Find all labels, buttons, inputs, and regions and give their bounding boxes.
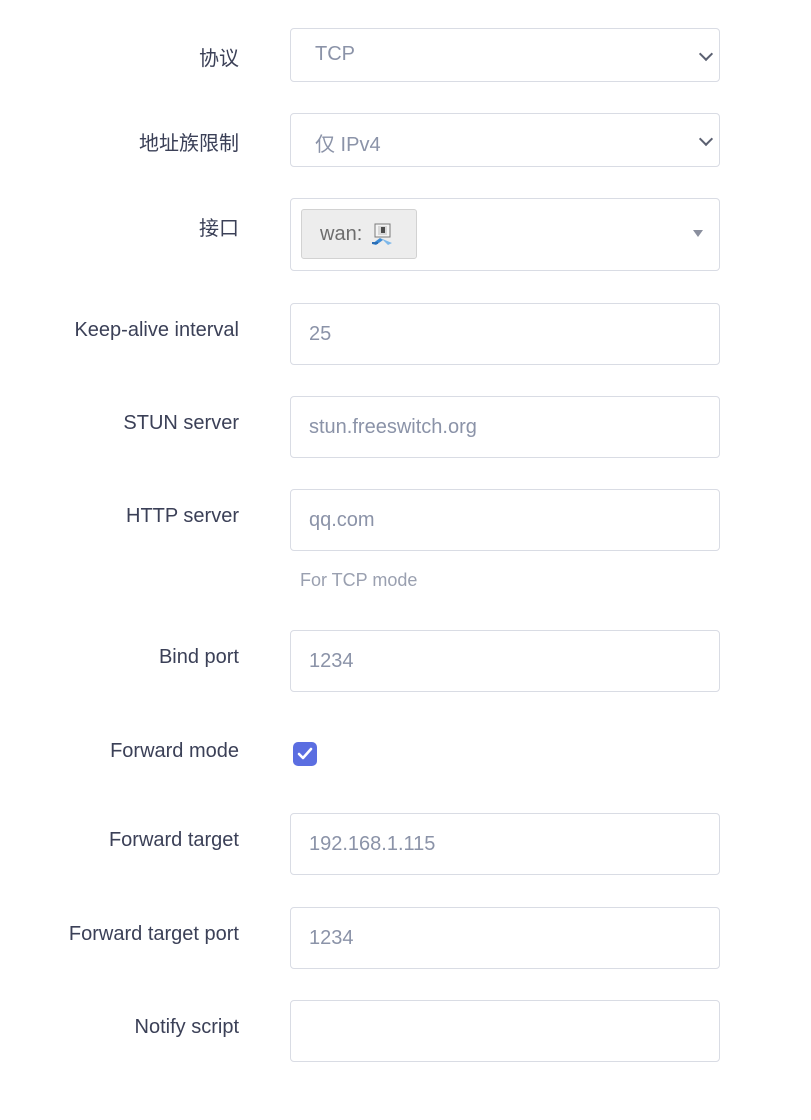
http-label: HTTP server	[126, 505, 239, 527]
forward-target-label: Forward target	[108, 829, 239, 851]
stun-server-input[interactable]: stun.freeswitch.org	[290, 396, 720, 458]
chevron-down-icon	[698, 131, 714, 147]
stun-server-value: stun.freeswitch.org	[309, 416, 477, 438]
chevron-down-icon	[698, 46, 714, 62]
stun-label: STUN server	[123, 412, 239, 434]
interface-tag-label: wan:	[320, 223, 363, 245]
forward-mode-label: Forward mode	[110, 740, 239, 762]
http-server-value: qq.com	[309, 509, 375, 531]
forward-target-port-value: 1234	[309, 927, 354, 949]
notify-script-label: Notify script	[134, 1016, 239, 1038]
notify-script-input[interactable]	[290, 1000, 720, 1062]
keepalive-input[interactable]: 25	[290, 303, 720, 365]
forward-mode-checkbox[interactable]	[293, 742, 317, 766]
address-family-value: 仅 IPv4	[315, 134, 381, 156]
bind-port-value: 1234	[309, 650, 354, 672]
address-family-select[interactable]: 仅 IPv4	[290, 113, 720, 167]
family-label: 地址族限制	[139, 133, 239, 155]
network-interface-icon	[372, 223, 392, 245]
protocol-select[interactable]: TCP	[290, 28, 720, 82]
forward-target-input[interactable]: 192.168.1.115	[290, 813, 720, 875]
protocol-label: 协议	[199, 48, 239, 70]
checkmark-icon	[297, 747, 313, 760]
forward-target-value: 192.168.1.115	[309, 833, 436, 855]
forward-target-port-label: Forward target port	[68, 923, 239, 945]
http-server-input[interactable]: qq.com	[290, 489, 720, 551]
interface-label: 接口	[199, 218, 239, 240]
bind-port-input[interactable]: 1234	[290, 630, 720, 692]
http-server-hint: For TCP mode	[300, 570, 418, 590]
keepalive-label: Keep-alive interval	[74, 319, 239, 341]
forward-target-port-input[interactable]: 1234	[290, 907, 720, 969]
interface-dropdown[interactable]: wan:	[290, 198, 720, 271]
protocol-value: TCP	[315, 43, 355, 65]
interface-tag[interactable]: wan:	[301, 209, 417, 259]
bind-port-label: Bind port	[158, 646, 239, 668]
dropdown-arrow-icon	[693, 230, 703, 237]
keepalive-value: 25	[309, 323, 332, 345]
